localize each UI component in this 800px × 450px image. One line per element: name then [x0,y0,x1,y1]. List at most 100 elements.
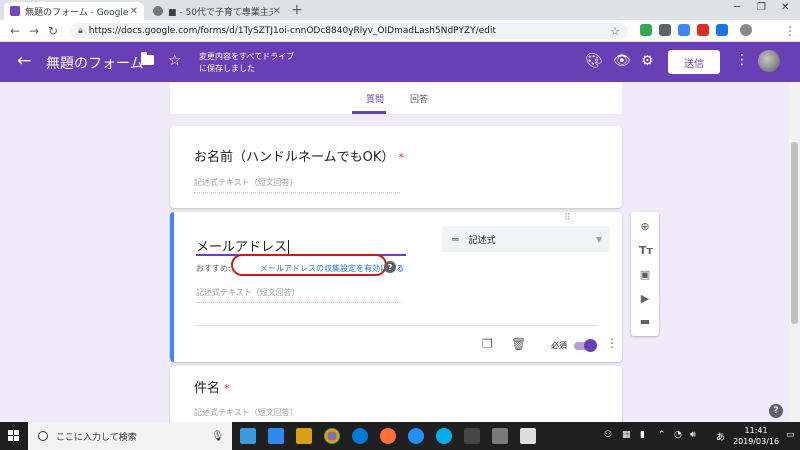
back-arrow-icon[interactable]: ← [17,51,31,71]
more-options-icon[interactable]: ⋮ [735,52,749,68]
extension-icon[interactable] [659,24,671,36]
question-card-subject[interactable]: 件名 * 記述式テキスト（短文回答） [170,366,622,426]
send-button[interactable]: 送信 [668,50,720,74]
close-tab-icon[interactable]: ✕ [130,6,138,17]
required-asterisk: * [224,382,230,395]
preview-eye-icon[interactable]: 👁︎ [613,53,631,69]
skype-icon[interactable] [436,428,452,444]
folder-icon[interactable] [141,52,154,65]
firefox-icon[interactable] [380,428,396,444]
blog-favicon-icon [153,6,163,16]
add-section-icon[interactable]: ▬ [639,315,651,328]
new-tab-icon[interactable]: + [291,2,303,18]
extension-icon[interactable] [640,24,652,36]
taskbar-clock[interactable]: 11:41 2019/03/16 [733,425,779,447]
taskbar-search-box[interactable]: ここに入力して検索 🎙︎ [28,422,232,450]
tab-responses[interactable]: 回答 [410,92,428,105]
minimize-icon[interactable]: ─ [734,2,740,13]
tab-label: 無題のフォーム - Google フォーム [25,7,130,18]
url-text: https://docs.google.com/forms/d/1TySZTJ1… [88,26,496,36]
red-highlight-oval [231,254,387,276]
add-video-icon[interactable]: ▶ [639,292,651,305]
palette-icon[interactable]: 🎨︎ [585,53,603,69]
edge-icon[interactable] [352,428,368,444]
tab-label: ■ - 50代で子育て専業主夫になっち [168,7,273,18]
app-icon[interactable] [240,428,256,444]
ie-icon[interactable] [408,428,424,444]
question-card-name[interactable]: お名前（ハンドルネームでもOK） * 記述式テキスト（短文回答） [170,126,622,208]
app-icon[interactable] [464,428,480,444]
active-tab-indicator [352,111,386,114]
page-scrollbar[interactable] [789,82,800,422]
forms-header: ← 無題のフォーム ☆ 変更内容をすべてドライブに保存しました 🎨︎ 👁︎ ⚙ … [0,42,800,82]
clock-date: 2019/03/16 [733,437,780,446]
extension-icon[interactable] [697,24,709,36]
app-icon[interactable] [268,428,284,444]
toggle-knob [584,339,597,352]
tab-questions[interactable]: 質問 [366,92,384,105]
help-icon[interactable]: ? [384,261,396,273]
maximize-icon[interactable]: ❐ [757,2,766,13]
bookmark-star-icon[interactable]: ☆ [610,25,620,38]
question-title-text: メールアドレス [196,240,288,255]
browser-tab-blog[interactable]: ■ - 50代で子育て専業主夫になっち ✕ [147,2,287,20]
forward-icon[interactable]: → [29,24,39,38]
question-more-icon[interactable]: ⋮ [606,336,618,350]
lock-icon: 🔒︎ [78,26,83,36]
close-tab-icon[interactable]: ✕ [273,6,281,17]
people-icon[interactable]: ⚇ [604,430,612,440]
help-icon[interactable]: ? [769,404,783,418]
suggestion-label: おすすめ: [196,264,231,273]
settings-gear-icon[interactable]: ⚙ [641,53,654,69]
app-icon[interactable] [296,428,312,444]
volume-icon[interactable]: 🔊︎ [690,430,696,440]
question-title-text: お名前（ハンドルネームでもOK） [194,150,395,165]
app-icon[interactable] [492,428,508,444]
microphone-icon[interactable]: 🎙︎ [211,431,224,442]
browser-tab-forms[interactable]: 無題のフォーム - Google フォーム ✕ [4,2,144,20]
reload-icon[interactable]: ↻ [48,24,58,38]
delete-trash-icon[interactable]: 🗑︎ [511,337,526,351]
chrome-menu-icon[interactable]: ⋮ [784,24,796,38]
card-divider [196,325,598,326]
short-answer-placeholder: 記述式テキスト（短文回答） [194,407,400,423]
question-title-input[interactable]: メールアドレス [196,234,406,256]
browser-tab-strip: 無題のフォーム - Google フォーム ✕ ■ - 50代で子育て専業主夫に… [0,0,800,20]
question-type-label: 記述式 [468,235,496,246]
required-toggle[interactable] [574,339,597,352]
drag-handle-icon[interactable]: ⠿ [564,213,572,223]
form-title[interactable]: 無題のフォーム [46,53,144,73]
windows-start-icon[interactable] [8,430,20,442]
cortana-icon [38,431,48,441]
required-asterisk: * [398,151,404,164]
app-icon[interactable] [520,428,536,444]
question-toolbar: ⊕ Tт ▣ ▶ ▬ [631,212,659,336]
short-answer-placeholder: 記述式テキスト（短文回答） [194,177,400,193]
chevron-up-icon[interactable]: ⌃ [658,430,666,440]
notification-icon[interactable]: ▭ [786,430,795,440]
form-tabs: 質問 回答 [170,82,622,114]
extension-icon[interactable] [678,24,690,36]
add-image-icon[interactable]: ▣ [639,268,651,281]
wifi-icon[interactable]: ◔ [674,430,682,440]
tray-icon[interactable]: ▮ [640,430,645,440]
duplicate-icon[interactable]: ❐ [482,337,493,351]
avatar[interactable] [758,50,780,72]
short-text-icon: ═ [452,232,459,246]
question-title: お名前（ハンドルネームでもOK） * [194,146,404,165]
ime-indicator[interactable]: あ [716,430,725,443]
network-icon[interactable]: ▦ [622,430,631,440]
address-bar[interactable]: 🔒︎ https://docs.google.com/forms/d/1TySZ… [70,23,628,39]
add-title-icon[interactable]: Tт [639,244,653,257]
back-icon[interactable]: ← [10,24,20,38]
profile-icon[interactable] [740,24,752,36]
extension-icon[interactable] [716,24,728,36]
chrome-icon[interactable] [324,428,340,444]
close-window-icon[interactable]: ✕ [781,2,789,13]
question-title: 件名 * [194,377,230,396]
question-card-email[interactable]: ⠿ メールアドレス ═ 記述式 ▼ おすすめ: メールアドレスの収集設定を有効に… [170,212,622,362]
add-question-icon[interactable]: ⊕ [639,220,651,233]
scrollbar-thumb[interactable] [791,142,798,324]
question-type-select[interactable]: ═ 記述式 ▼ [442,226,610,252]
star-icon[interactable]: ☆ [168,51,181,69]
